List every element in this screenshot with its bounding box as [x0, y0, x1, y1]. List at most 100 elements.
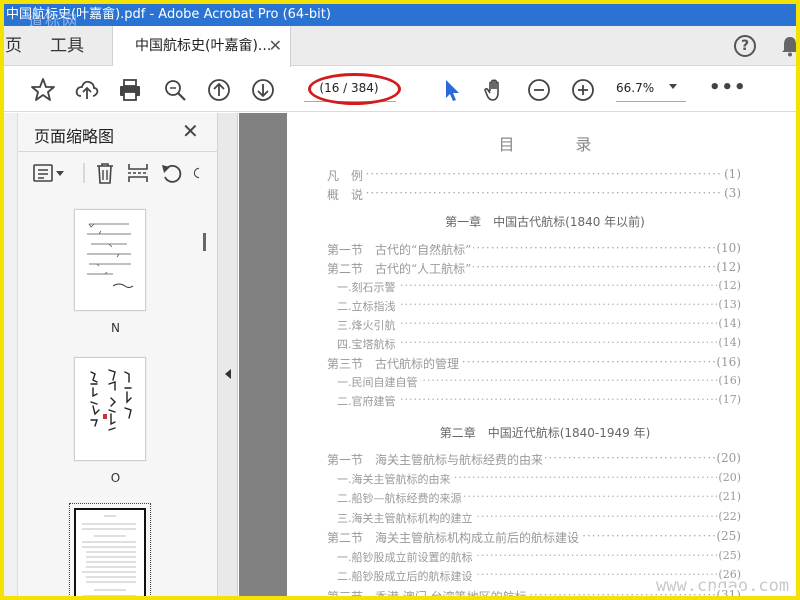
toc-entry-page: (12) — [715, 260, 741, 274]
toc-entry[interactable]: ········································… — [337, 509, 741, 528]
thumbnail-options-icon[interactable] — [32, 161, 66, 189]
tab-bar: 页 工具 中国航标史(叶嘉畲)... ✕ ? — [4, 26, 796, 67]
toc-entry-title: 三.烽火引航 — [337, 317, 398, 333]
tab-document[interactable]: 中国航标史(叶嘉畲)... ✕ — [113, 26, 291, 67]
thumbnail-scrollbar[interactable] — [203, 233, 206, 251]
toc-entry-title: 一.民间自建自管 — [337, 374, 420, 390]
zoom-in-icon[interactable] — [570, 77, 596, 103]
toc-entry-page: (20) — [715, 451, 741, 465]
thumbnail-page-o[interactable] — [74, 357, 146, 461]
toc-entry-title: 二.立标指浅 — [337, 298, 398, 314]
upload-icon[interactable] — [74, 77, 100, 103]
toc-entry-page: (14) — [717, 317, 741, 330]
panel-collapse-bar[interactable] — [218, 113, 238, 596]
toc-leader-dots: ········································… — [327, 186, 741, 200]
red-highlight-circle — [308, 73, 401, 105]
toc-entry-page: (3) — [723, 186, 741, 200]
panel-toolbar — [18, 155, 218, 193]
toc-entry-title: 一.船钞股成立前设置的航标 — [337, 548, 475, 565]
toc-entry-title: 第三节 香港.澳门.台湾等地区的航标 — [327, 587, 529, 596]
panel-divider — [18, 151, 218, 152]
title-bar: 中国航标史(叶嘉畲).pdf - Adobe Acrobat Pro (64-b… — [4, 4, 796, 30]
print-icon[interactable] — [117, 77, 143, 103]
zoom-search-icon[interactable] — [162, 77, 188, 103]
toc-leader-dots: ········································… — [337, 393, 741, 406]
toc-entry[interactable]: ········································… — [337, 336, 741, 354]
select-cursor-icon[interactable] — [438, 77, 464, 103]
thumbnail-list: N O — [18, 197, 213, 596]
app-window: 中国航标史(叶嘉畲).pdf - Adobe Acrobat Pro (64-b… — [0, 0, 800, 600]
toc-entry[interactable]: ········································… — [337, 317, 741, 335]
tab-close-button[interactable]: ✕ — [269, 26, 282, 66]
page-up-icon[interactable] — [206, 77, 232, 103]
toc-entry[interactable]: ········································… — [337, 374, 741, 392]
panel-close-button[interactable]: ✕ — [182, 119, 199, 143]
more-options-icon[interactable]: ••• — [709, 75, 747, 101]
toc-entry-page: (1) — [723, 167, 741, 181]
toc-entry[interactable]: ········································… — [337, 279, 741, 297]
help-icon[interactable]: ? — [734, 35, 756, 57]
toc-entry-title: 三.海关主管航标机构的建立 — [337, 509, 475, 526]
toc-title: 目 录 — [498, 135, 620, 154]
thumbnail-page-n[interactable] — [74, 209, 146, 311]
toc-entry[interactable]: ········································… — [337, 470, 741, 489]
toc-entry-page: (22) — [717, 509, 741, 523]
toc-leader-dots: ········································… — [327, 167, 741, 181]
toc-entry-title: 凡 例 — [327, 167, 366, 184]
toc-entry-page: (25) — [717, 548, 741, 562]
delete-icon[interactable] — [93, 161, 117, 189]
toc-entry-page: (16) — [715, 355, 741, 369]
tab-tools[interactable]: 工具 — [50, 26, 84, 66]
toc-entry[interactable]: ········································… — [327, 241, 741, 259]
toc-entry-title: 四.宝塔航标 — [337, 336, 398, 352]
toc-entry[interactable]: ········································… — [337, 393, 741, 411]
toc-entry[interactable]: ········································… — [337, 298, 741, 316]
chevron-down-icon[interactable] — [669, 84, 677, 89]
rotate-icon[interactable] — [192, 161, 206, 189]
zoom-underline — [616, 101, 686, 102]
bell-icon[interactable] — [780, 35, 796, 61]
toc-leader-dots: ········································… — [337, 279, 741, 292]
toc-entry-title: 第三节 古代航标的管理 — [327, 355, 462, 372]
toc-entry[interactable]: ········································… — [327, 167, 741, 185]
thumbnail-panel: 页面缩略图 ✕ N O — [18, 113, 218, 596]
toc-leader-dots: ········································… — [337, 317, 741, 330]
toc-entry-page: (10) — [715, 241, 741, 255]
toc-entry-title: 第二节 古代的“人工航标” — [327, 260, 474, 277]
toc-entry[interactable]: ········································… — [327, 451, 741, 469]
tab-home[interactable]: 页 — [4, 26, 22, 66]
thumbnail-page-current[interactable] — [69, 503, 151, 596]
main-toolbar: (16 / 384) 66.7% ••• — [4, 67, 796, 112]
toc-entry-title: 一.刻石示警 — [337, 279, 398, 295]
zoom-level-select[interactable]: 66.7% — [616, 75, 670, 101]
toc-entry-title: 二.船钞—航标经费的来源 — [337, 490, 464, 506]
document-canvas[interactable]: 目 录 ····································… — [239, 113, 796, 596]
document-page: 目 录 ····································… — [287, 113, 796, 596]
toc-leader-dots: ········································… — [337, 298, 741, 311]
thumbnail-label: N — [111, 321, 120, 335]
left-nav-strip — [4, 113, 18, 596]
toc-entry[interactable]: ········································… — [327, 355, 741, 373]
collapse-left-icon[interactable] — [225, 369, 231, 379]
hand-tool-icon[interactable] — [482, 77, 508, 103]
toc-entry-page: (20) — [717, 470, 741, 484]
toc-entry-page: (26) — [717, 568, 741, 581]
tab-document-label: 中国航标史(叶嘉畲)... — [135, 38, 272, 54]
star-icon[interactable] — [30, 77, 56, 103]
toc-leader-dots: ········································… — [337, 336, 741, 349]
toc-entry-title: 一.海关主管航标的由来 — [337, 470, 453, 487]
zoom-out-icon[interactable] — [526, 77, 552, 103]
page-down-icon[interactable] — [250, 77, 276, 103]
toc-entry[interactable]: ········································… — [327, 529, 741, 547]
toc-entry-title: 二.官府建管 — [337, 393, 398, 409]
toc-entry[interactable]: ········································… — [337, 548, 741, 567]
toc-entry[interactable]: ········································… — [327, 260, 741, 278]
extract-icon[interactable] — [126, 161, 150, 189]
toc-entry-page: (17) — [717, 393, 741, 406]
toc-entry[interactable]: ········································… — [327, 186, 741, 204]
toc-chapter-heading: 第二章 中国近代航标(1840-1949 年) — [439, 426, 651, 440]
toc-entry-title: 第二节 海关主管航标机构成立前后的航标建设 — [327, 529, 582, 546]
undo-icon[interactable] — [160, 161, 184, 189]
toc-entry[interactable]: ········································… — [327, 587, 741, 596]
toc-entry[interactable]: ········································… — [337, 490, 741, 508]
